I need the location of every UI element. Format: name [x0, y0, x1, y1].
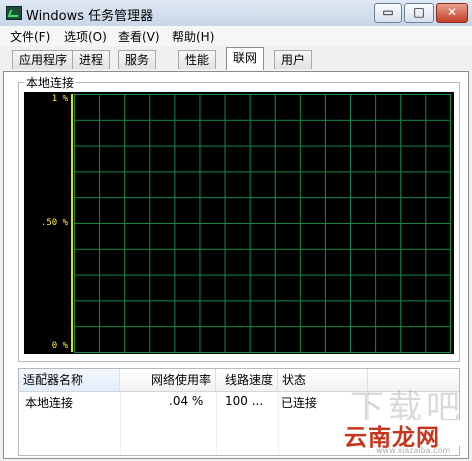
tab-strip: 应用程序 进程 服务 性能 联网 用户 [0, 46, 472, 72]
tab-performance[interactable]: 性能 [178, 50, 217, 69]
network-usage-graph: 1 % .50 % 0 % [24, 92, 454, 354]
menu-view[interactable]: 查看(V) [116, 28, 162, 45]
tab-processes[interactable]: 进程 [72, 50, 111, 69]
column-header-link-speed[interactable]: 线路速度 [216, 369, 278, 391]
y-label-min: 0 % [51, 341, 68, 351]
link-speed-cell: 100 ... [225, 394, 264, 408]
adapter-name-cell: 本地连接 [25, 396, 74, 410]
state-cell: 已连接 [281, 396, 318, 410]
column-header-adapter-name[interactable]: ^ 适配器名称 [19, 369, 120, 391]
tab-applications[interactable]: 应用程序 [12, 50, 75, 69]
tab-services[interactable]: 服务 [118, 50, 157, 69]
window-title: Windows 任务管理器 [26, 9, 154, 24]
minimize-button[interactable]: ▭ [374, 3, 402, 23]
watermark-url: www.xiazaiba.com [376, 446, 451, 455]
y-label-max: 1 % [51, 94, 68, 104]
sort-caret-icon: ^ [41, 372, 49, 382]
menu-options[interactable]: 选项(O) [62, 28, 109, 45]
connection-group-label: 本地连接 [24, 74, 77, 91]
menu-help[interactable]: 帮助(H) [170, 28, 216, 45]
graph-y-axis: 1 % .50 % 0 % [24, 92, 72, 354]
network-usage-cell: .04 % [169, 394, 204, 408]
tab-users[interactable]: 用户 [274, 50, 313, 69]
watermark-brand-box: 云南龙网 [338, 420, 466, 451]
tab-networking[interactable]: 联网 [226, 47, 265, 70]
title-bar[interactable]: Windows 任务管理器 ▭ □ ✕ [0, 0, 472, 27]
column-header-network-usage[interactable]: 网络使用率 [120, 369, 216, 391]
y-label-mid: .50 % [40, 218, 68, 228]
task-manager-icon [6, 6, 22, 20]
watermark: 下载吧 云南龙网 www.xiazaiba.com [332, 380, 470, 458]
menu-bar: 文件(F) 选项(O) 查看(V) 帮助(H) [0, 26, 472, 46]
menu-file[interactable]: 文件(F) [8, 28, 52, 45]
maximize-button[interactable]: □ [404, 3, 434, 23]
graph-axis-line [71, 94, 73, 352]
graph-grid [74, 94, 451, 353]
close-button[interactable]: ✕ [436, 3, 468, 23]
